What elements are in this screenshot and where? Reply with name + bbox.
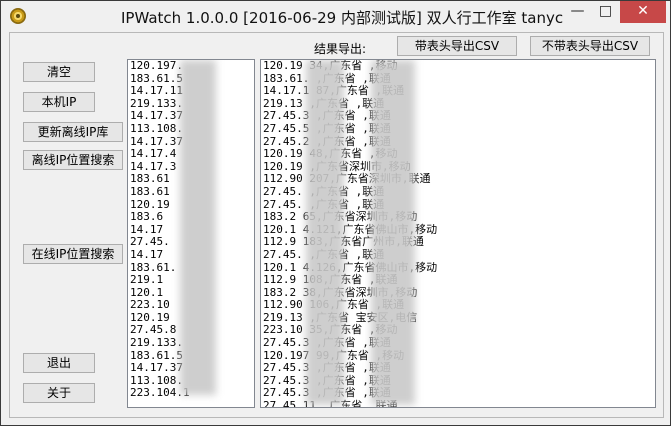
results-list[interactable]: 120.19 34,广东省 ,移动183.61. ,广东省 ,联通14.17.1… [260,59,656,408]
ip-input-list[interactable]: 120.197. 183.61.5 14.17.11 219.133. 14.17.37… [127,59,255,408]
window-title: IPWatch 1.0.0.0 [2016-06-29 内部测试版] 双人行工作… [121,9,564,27]
export-label: 结果导出: [314,42,367,56]
online-search-button[interactable]: 在线IP位置搜索 [23,244,123,264]
gold-coin-icon [10,8,26,24]
close-button[interactable]: ✕ [620,1,666,23]
offline-search-button[interactable]: 离线IP位置搜索 [23,150,123,170]
update-offline-db-button[interactable]: 更新离线IP库 [23,122,123,142]
minimize-button[interactable]: — [564,1,591,23]
about-button[interactable]: 关于 [23,383,95,403]
client-area: 清空 本机IP 更新离线IP库 离线IP位置搜索 在线IP位置搜索 退出 关于 … [9,32,664,418]
maximize-button[interactable]: □ [592,1,619,23]
export-csv-with-header-button[interactable]: 带表头导出CSV [397,36,517,56]
redaction-blur [180,60,216,395]
title-bar[interactable]: IPWatch 1.0.0.0 [2016-06-29 内部测试版] 双人行工作… [1,1,670,31]
main-window: IPWatch 1.0.0.0 [2016-06-29 内部测试版] 双人行工作… [0,0,671,426]
clear-button[interactable]: 清空 [23,62,95,82]
redaction-blur [371,60,415,405]
exit-button[interactable]: 退出 [23,353,95,373]
export-csv-without-header-button[interactable]: 不带表头导出CSV [530,36,650,56]
local-ip-button[interactable]: 本机IP [23,92,95,112]
redaction-blur [306,60,344,405]
